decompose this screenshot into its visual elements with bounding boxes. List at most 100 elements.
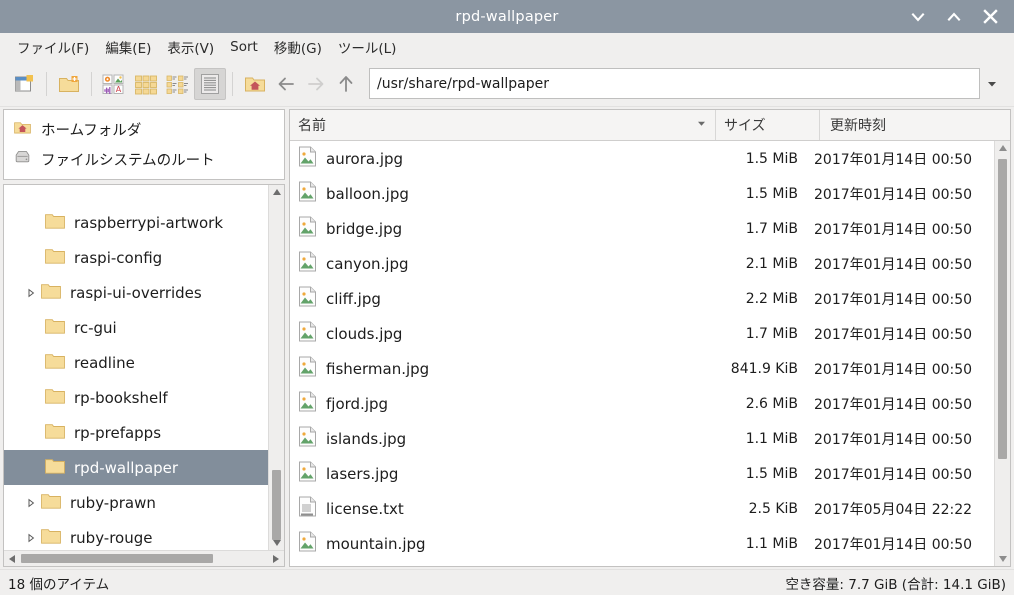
menu-sort[interactable]: Sort <box>222 36 266 58</box>
toolbar: A <box>0 61 1014 107</box>
tree-item-ruby-rouge[interactable]: ruby-rouge <box>4 520 268 550</box>
scroll-right-arrow-icon[interactable] <box>268 554 284 564</box>
tree-item-rp-bookshelf[interactable]: rp-bookshelf <box>4 380 268 415</box>
disk-space-label: 空き容量: 7.7 GiB (合計: 14.1 GiB) <box>785 573 1006 593</box>
file-name: bridge.jpg <box>326 220 402 238</box>
home-folder-icon[interactable] <box>239 68 271 100</box>
place-filesystem-root[interactable]: ファイルシステムのルート <box>4 144 284 174</box>
folder-icon <box>44 457 66 479</box>
status-bar: 18 個のアイテム 空き容量: 7.7 GiB (合計: 14.1 GiB) <box>0 569 1014 595</box>
file-name-cell: cliff.jpg <box>290 286 700 311</box>
menu-go[interactable]: 移動(G) <box>266 34 330 60</box>
tree-item-rpd-wallpaper[interactable]: rpd-wallpaper <box>4 450 268 485</box>
tree-item-readline[interactable]: readline <box>4 345 268 380</box>
image-file-icon <box>298 461 317 486</box>
table-row[interactable]: cliff.jpg 2.2 MiB 2017年01月14日 00:50 <box>290 281 994 316</box>
menu-file[interactable]: ファイル(F) <box>9 34 97 60</box>
scroll-up-arrow-icon[interactable] <box>272 185 282 199</box>
view-compact-icon[interactable] <box>162 68 194 100</box>
svg-text:A: A <box>116 85 122 94</box>
file-modified: 2017年05月04日 22:22 <box>804 499 994 519</box>
view-thumbnails-icon[interactable] <box>130 68 162 100</box>
file-modified: 2017年01月14日 00:50 <box>804 464 994 484</box>
back-arrow-icon[interactable] <box>271 69 301 99</box>
maximize-button[interactable] <box>944 7 964 27</box>
tree-item-raspberrypi-artwork[interactable] <box>4 187 268 205</box>
file-name: islands.jpg <box>326 430 406 448</box>
close-button[interactable] <box>980 7 1000 27</box>
file-name-cell: balloon.jpg <box>290 181 700 206</box>
tree-item-raspberrypi-artwork[interactable]: raspberrypi-artwork <box>4 205 268 240</box>
image-file-icon <box>298 531 317 556</box>
file-list-vertical-scrollbar[interactable] <box>994 141 1010 566</box>
file-size: 2.2 MiB <box>700 291 804 307</box>
image-file-icon <box>298 146 317 171</box>
table-row[interactable]: balloon.jpg 1.5 MiB 2017年01月14日 00:50 <box>290 176 994 211</box>
column-header-modified[interactable]: 更新時刻 <box>820 110 1010 140</box>
file-modified: 2017年01月14日 00:50 <box>804 394 994 414</box>
table-row[interactable]: islands.jpg 1.1 MiB 2017年01月14日 00:50 <box>290 421 994 456</box>
file-name: cliff.jpg <box>326 290 381 308</box>
file-modified: 2017年01月14日 00:50 <box>804 254 994 274</box>
menu-view[interactable]: 表示(V) <box>159 34 222 60</box>
scroll-up-arrow-icon[interactable] <box>998 141 1008 155</box>
place-home-folder[interactable]: ホームフォルダ <box>4 114 284 144</box>
tree-item-ruby-prawn[interactable]: ruby-prawn <box>4 485 268 520</box>
tree-item-rc-gui[interactable]: rc-gui <box>4 310 268 345</box>
file-size: 1.1 MiB <box>700 431 804 447</box>
table-row[interactable]: fisherman.jpg 841.9 KiB 2017年01月14日 00:5… <box>290 351 994 386</box>
path-dropdown-chevron-down-icon[interactable] <box>980 69 1004 99</box>
table-row[interactable]: fjord.jpg 2.6 MiB 2017年01月14日 00:50 <box>290 386 994 421</box>
tree-item-raspi-ui-overrides[interactable]: raspi-ui-overrides <box>4 275 268 310</box>
view-detailed-list-icon[interactable] <box>194 68 226 100</box>
path-input[interactable]: /usr/share/rpd-wallpaper <box>369 68 980 99</box>
places-panel: ホームフォルダ ファイルシステムのルート <box>3 109 285 180</box>
tree-scroll-thumb[interactable] <box>272 470 281 540</box>
table-row[interactable]: bridge.jpg 1.7 MiB 2017年01月14日 00:50 <box>290 211 994 246</box>
tree-hscroll-thumb[interactable] <box>21 554 213 563</box>
table-row[interactable]: canyon.jpg 2.1 MiB 2017年01月14日 00:50 <box>290 246 994 281</box>
forward-arrow-icon <box>301 69 331 99</box>
tree-vertical-scrollbar[interactable] <box>268 185 284 550</box>
file-list-pane: 名前 サイズ 更新時刻 <box>287 107 1014 569</box>
column-header-size[interactable]: サイズ <box>716 110 820 140</box>
expand-triangle-icon[interactable] <box>22 498 40 508</box>
expand-triangle-icon[interactable] <box>22 288 40 298</box>
table-row[interactable]: aurora.jpg 1.5 MiB 2017年01月14日 00:50 <box>290 141 994 176</box>
file-size: 2.1 MiB <box>700 256 804 272</box>
scroll-left-arrow-icon[interactable] <box>4 554 20 564</box>
tree-item-rp-prefapps[interactable]: rp-prefapps <box>4 415 268 450</box>
up-arrow-icon[interactable] <box>331 69 361 99</box>
folder-icon <box>44 387 66 409</box>
path-text: /usr/share/rpd-wallpaper <box>377 76 549 92</box>
menu-tools[interactable]: ツール(L) <box>330 34 405 60</box>
column-header-name[interactable]: 名前 <box>290 110 716 140</box>
tree-item-label: ruby-prawn <box>70 494 156 512</box>
menu-edit[interactable]: 編集(E) <box>97 34 159 60</box>
file-modified: 2017年01月14日 00:50 <box>804 289 994 309</box>
tree-item-label: readline <box>74 354 135 372</box>
tree-item-raspi-config[interactable]: raspi-config <box>4 240 268 275</box>
minimize-button[interactable] <box>908 7 928 27</box>
scroll-down-arrow-icon[interactable] <box>998 552 1008 566</box>
table-row[interactable]: license.txt 2.5 KiB 2017年05月04日 22:22 <box>290 491 994 526</box>
window-title: rpd-wallpaper <box>0 9 1014 25</box>
file-size: 1.7 MiB <box>700 326 804 342</box>
folder-icon <box>44 317 66 339</box>
file-name: aurora.jpg <box>326 150 403 168</box>
place-label: ホームフォルダ <box>41 119 141 140</box>
tree-horizontal-scrollbar[interactable] <box>4 550 284 566</box>
column-label: 更新時刻 <box>830 115 886 135</box>
file-name-cell: canyon.jpg <box>290 251 700 276</box>
file-list-scroll-thumb[interactable] <box>998 159 1007 459</box>
table-row[interactable]: lasers.jpg 1.5 MiB 2017年01月14日 00:50 <box>290 456 994 491</box>
table-row[interactable]: mountain.jpg 1.1 MiB 2017年01月14日 00:50 <box>290 526 994 561</box>
new-tab-icon[interactable] <box>8 68 40 100</box>
expand-triangle-icon[interactable] <box>22 533 40 543</box>
file-modified: 2017年01月14日 00:50 <box>804 429 994 449</box>
view-icons-icon[interactable]: A <box>98 68 130 100</box>
folder-icon <box>44 247 66 269</box>
new-folder-icon[interactable] <box>53 68 85 100</box>
file-modified: 2017年01月14日 00:50 <box>804 184 994 204</box>
table-row[interactable]: clouds.jpg 1.7 MiB 2017年01月14日 00:50 <box>290 316 994 351</box>
